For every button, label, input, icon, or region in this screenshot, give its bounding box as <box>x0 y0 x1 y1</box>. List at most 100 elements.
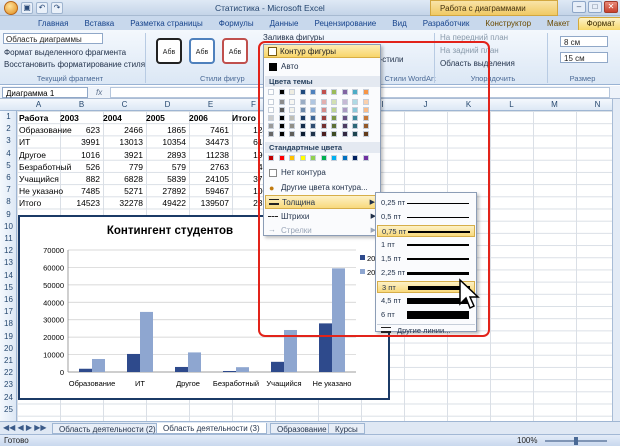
table-cell[interactable]: 779 <box>103 162 143 172</box>
sheet-nav-icons[interactable]: ◀◀ ◀ ▶ ▶▶ <box>3 423 47 432</box>
table-cell[interactable]: 24105 <box>189 174 229 184</box>
row-header[interactable]: 13 <box>0 258 17 267</box>
ribbon-tab[interactable]: Конструктор <box>477 18 539 30</box>
table-cell[interactable]: 1865 <box>146 125 186 135</box>
format-selection-button[interactable]: Формат выделенного фрагмента <box>4 48 126 57</box>
row-header[interactable]: 2 <box>0 124 17 133</box>
row-header[interactable]: 16 <box>0 295 17 304</box>
table-cell[interactable]: Итого <box>19 198 41 208</box>
table-cell[interactable]: 49422 <box>146 198 186 208</box>
table-cell[interactable]: 2893 <box>146 150 186 160</box>
row-header[interactable]: 23 <box>0 380 17 389</box>
table-cell[interactable]: 14523 <box>60 198 100 208</box>
table-cell[interactable]: 3991 <box>60 137 100 147</box>
column-header[interactable]: C <box>103 100 146 109</box>
table-cell[interactable]: 2466 <box>103 125 143 135</box>
table-cell[interactable]: 139507 <box>189 198 229 208</box>
shape-style-red[interactable]: Абв <box>222 38 248 64</box>
table-cell[interactable]: 34473 <box>189 137 229 147</box>
column-header[interactable]: D <box>146 100 189 109</box>
save-icon[interactable]: ▣ <box>21 2 33 14</box>
table-cell[interactable]: 579 <box>146 162 186 172</box>
shape-style-blue[interactable]: Абв <box>189 38 215 64</box>
row-header[interactable]: 5 <box>0 161 17 170</box>
ribbon-tab[interactable]: Вид <box>384 18 414 30</box>
row-header[interactable]: 4 <box>0 149 17 158</box>
column-header[interactable]: L <box>490 100 533 109</box>
vertical-scrollbar[interactable] <box>612 99 620 421</box>
table-header-cell[interactable]: 2003 <box>60 113 100 123</box>
row-header[interactable]: 18 <box>0 319 17 328</box>
table-header-cell[interactable]: 2005 <box>146 113 186 123</box>
row-header[interactable]: 19 <box>0 332 17 341</box>
table-cell[interactable]: 59467 <box>189 186 229 196</box>
redo-icon[interactable]: ↷ <box>51 2 63 14</box>
name-box[interactable]: Диаграмма 1 <box>2 87 88 98</box>
table-cell[interactable]: Другое <box>19 150 46 160</box>
reset-style-button[interactable]: Восстановить форматирование стиля <box>4 60 145 69</box>
row-header[interactable]: 1 <box>0 112 17 121</box>
column-header[interactable]: M <box>533 100 576 109</box>
zoom-slider-thumb[interactable] <box>574 437 578 445</box>
row-header[interactable]: 7 <box>0 185 17 194</box>
ribbon-tab[interactable]: Разработчик <box>415 18 478 30</box>
chart-element-selector[interactable]: Область диаграммы <box>3 33 103 44</box>
fx-icon[interactable]: fx <box>96 88 102 97</box>
row-header[interactable]: 22 <box>0 368 17 377</box>
ribbon-tab[interactable]: Формулы <box>211 18 262 30</box>
table-cell[interactable]: 2763 <box>189 162 229 172</box>
table-cell[interactable]: 5271 <box>103 186 143 196</box>
row-header[interactable]: 11 <box>0 234 17 243</box>
row-header[interactable]: 20 <box>0 344 17 353</box>
maximize-button[interactable]: □ <box>588 1 602 13</box>
ribbon-tab[interactable]: Вставка <box>76 18 122 30</box>
table-cell[interactable]: 7461 <box>189 125 229 135</box>
table-cell[interactable]: 6828 <box>103 174 143 184</box>
ribbon-tab[interactable]: Разметка страницы <box>122 18 211 30</box>
width-input[interactable]: 15 см <box>560 52 608 63</box>
table-cell[interactable]: Учащийся <box>19 174 59 184</box>
ribbon-tab[interactable]: Данные <box>262 18 307 30</box>
close-button[interactable]: ✕ <box>604 1 618 13</box>
table-cell[interactable]: 5839 <box>146 174 186 184</box>
table-cell[interactable]: ИТ <box>19 137 30 147</box>
column-header[interactable]: A <box>17 100 60 109</box>
ribbon-tab[interactable]: Формат <box>577 17 620 30</box>
ribbon-tab[interactable]: Рецензирование <box>306 18 384 30</box>
table-cell[interactable]: 3921 <box>103 150 143 160</box>
sheet-tab[interactable]: Образование <box>270 423 334 434</box>
height-input[interactable]: 8 см <box>560 36 608 47</box>
table-cell[interactable]: 32278 <box>103 198 143 208</box>
minimize-button[interactable]: – <box>572 1 586 13</box>
table-cell[interactable]: 13013 <box>103 137 143 147</box>
table-cell[interactable]: 882 <box>60 174 100 184</box>
row-header[interactable]: 10 <box>0 222 17 231</box>
office-button[interactable] <box>4 1 18 15</box>
shape-style-black[interactable]: Абв <box>156 38 182 64</box>
zoom-level[interactable]: 100% <box>517 436 537 445</box>
row-header[interactable]: 9 <box>0 210 17 219</box>
table-cell[interactable]: Не указано <box>19 186 63 196</box>
table-cell[interactable]: 11238 <box>189 150 229 160</box>
row-header[interactable]: 25 <box>0 405 17 414</box>
row-header[interactable]: 15 <box>0 283 17 292</box>
row-header[interactable]: 12 <box>0 246 17 255</box>
row-header[interactable]: 17 <box>0 307 17 316</box>
table-cell[interactable]: 10354 <box>146 137 186 147</box>
row-header[interactable]: 3 <box>0 136 17 145</box>
table-header-cell[interactable]: 2004 <box>103 113 143 123</box>
row-header[interactable]: 14 <box>0 271 17 280</box>
ribbon-tab[interactable]: Главная <box>30 18 76 30</box>
sheet-tab[interactable]: Область деятельности (3) <box>156 423 267 434</box>
row-header[interactable]: 8 <box>0 197 17 206</box>
table-cell[interactable]: 623 <box>60 125 100 135</box>
table-cell[interactable]: 27892 <box>146 186 186 196</box>
sheet-tab[interactable]: Область деятельности (2) <box>52 423 163 434</box>
sheet-tab[interactable]: Курсы <box>328 423 365 434</box>
row-header[interactable]: 6 <box>0 173 17 182</box>
table-header-cell[interactable]: Работа <box>19 113 48 123</box>
undo-icon[interactable]: ↶ <box>36 2 48 14</box>
row-header[interactable]: 21 <box>0 356 17 365</box>
row-header[interactable]: 24 <box>0 393 17 402</box>
table-cell[interactable]: 7485 <box>60 186 100 196</box>
